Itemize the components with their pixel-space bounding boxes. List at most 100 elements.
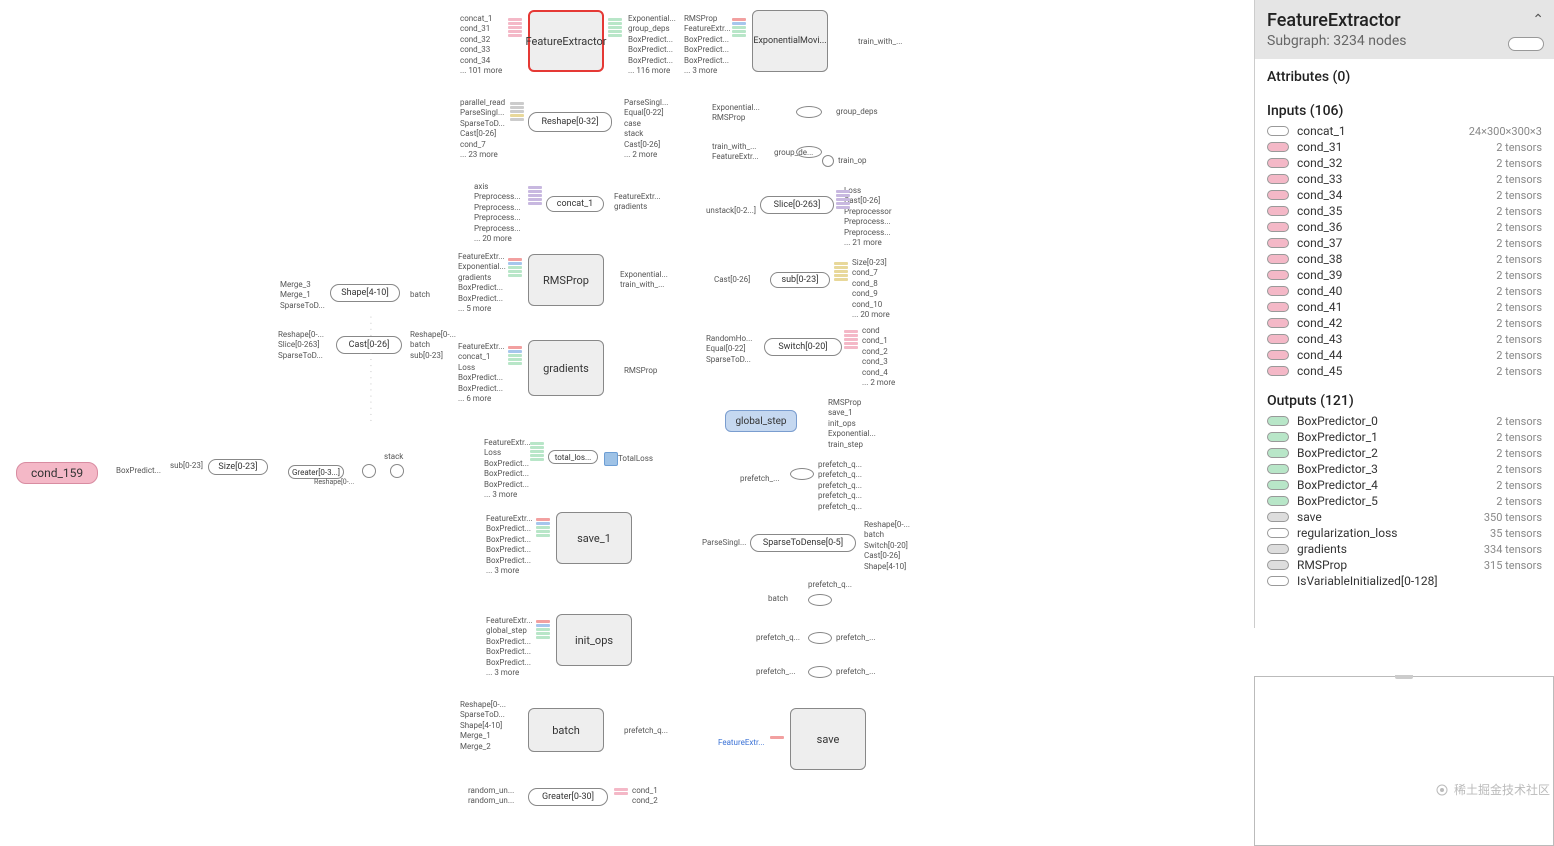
io-row[interactable]: gradients334 tensors <box>1267 541 1542 557</box>
label: prefetch_... <box>756 667 795 677</box>
node-sparse[interactable]: SparseToDense[0-5] <box>750 534 856 552</box>
io-value: 2 tensors <box>1496 431 1542 444</box>
io-name: cond_41 <box>1297 300 1496 314</box>
io-row[interactable]: cond_402 tensors <box>1267 283 1542 299</box>
type-swatch <box>1267 302 1289 312</box>
label-group: FeatureExtr...Exponential...gradientsBox… <box>458 252 506 314</box>
label: sub[0-23] <box>170 461 203 471</box>
node-concat1[interactable]: concat_1 <box>546 196 604 212</box>
label: group_deps <box>836 107 878 117</box>
io-value: 2 tensors <box>1496 415 1542 428</box>
io-row[interactable]: cond_422 tensors <box>1267 315 1542 331</box>
io-value: 2 tensors <box>1496 205 1542 218</box>
io-row[interactable]: cond_412 tensors <box>1267 299 1542 315</box>
node-feature-extractor[interactable]: FeatureExtractor <box>528 10 604 72</box>
label: group_de... <box>774 148 813 158</box>
io-value: 350 tensors <box>1484 511 1542 524</box>
node-sub[interactable]: sub[0-23] <box>770 272 830 288</box>
node-init-ops[interactable]: init_ops <box>556 614 632 666</box>
watermark: 稀土掘金技术社区 <box>1436 781 1550 798</box>
small-op[interactable] <box>796 106 822 118</box>
io-row[interactable]: cond_392 tensors <box>1267 267 1542 283</box>
ports <box>614 788 628 795</box>
type-swatch <box>1267 350 1289 360</box>
minimap-handle[interactable] <box>1395 675 1413 679</box>
node-gradients[interactable]: gradients <box>528 340 604 396</box>
io-row[interactable]: save350 tensors <box>1267 509 1542 525</box>
node-batch[interactable]: batch <box>528 708 604 752</box>
small-op[interactable] <box>808 632 832 644</box>
io-row[interactable]: concat_124×300×300×3 <box>1267 123 1542 139</box>
io-value: 2 tensors <box>1496 447 1542 460</box>
io-name: cond_35 <box>1297 204 1496 218</box>
io-row[interactable]: regularization_loss35 tensors <box>1267 525 1542 541</box>
node-slice[interactable]: Slice[0-263] <box>760 196 834 214</box>
type-swatch <box>1267 270 1289 280</box>
node-greater[interactable]: Greater[0-30] <box>528 788 608 806</box>
collapse-icon[interactable]: ⌃ <box>1532 12 1544 28</box>
node-total-los[interactable]: total_los... <box>548 450 598 464</box>
io-value: 24×300×300×3 <box>1469 125 1542 138</box>
io-row[interactable]: RMSProp315 tensors <box>1267 557 1542 573</box>
ports-left <box>732 18 746 37</box>
node-greater0[interactable]: Greater[0-3...] <box>288 465 344 479</box>
label-group: RMSPropsave_1init_opsExponential...train… <box>828 398 876 450</box>
io-value: 2 tensors <box>1496 365 1542 378</box>
io-name: cond_39 <box>1297 268 1496 282</box>
io-name: BoxPredictor_4 <box>1297 478 1496 492</box>
io-row[interactable]: BoxPredictor_42 tensors <box>1267 477 1542 493</box>
io-row[interactable]: BoxPredictor_32 tensors <box>1267 461 1542 477</box>
outputs-list[interactable]: BoxPredictor_02 tensorsBoxPredictor_12 t… <box>1267 413 1542 589</box>
inputs-list[interactable]: concat_124×300×300×3cond_312 tensorscond… <box>1267 123 1542 379</box>
io-row[interactable]: IsVariableInitialized[0-128] <box>1267 573 1542 589</box>
io-row[interactable]: cond_442 tensors <box>1267 347 1542 363</box>
io-value: 2 tensors <box>1496 495 1542 508</box>
ports <box>528 186 542 205</box>
small-op[interactable] <box>790 468 814 480</box>
io-row[interactable]: cond_452 tensors <box>1267 363 1542 379</box>
node-size[interactable]: Size[0-23] <box>208 459 268 475</box>
small-op[interactable] <box>808 666 832 678</box>
type-swatch <box>1267 416 1289 426</box>
ports-left <box>508 18 522 37</box>
io-name: cond_37 <box>1297 236 1496 250</box>
graph-canvas[interactable]: cond_159 BoxPredict... FeatureExtractor … <box>0 0 1254 846</box>
io-row[interactable]: BoxPredictor_22 tensors <box>1267 445 1542 461</box>
io-value: 2 tensors <box>1496 349 1542 362</box>
io-row[interactable]: cond_382 tensors <box>1267 251 1542 267</box>
small-op[interactable] <box>808 594 832 606</box>
ports <box>770 736 784 739</box>
type-swatch <box>1267 238 1289 248</box>
node-save[interactable]: save <box>790 708 866 770</box>
label: train_op <box>838 156 867 166</box>
node-rmsprop[interactable]: RMSProp <box>528 254 604 306</box>
io-row[interactable]: BoxPredictor_02 tensors <box>1267 413 1542 429</box>
label-group: axisPreprocess...Preprocess...Preprocess… <box>474 182 521 244</box>
minimap[interactable] <box>1254 676 1554 846</box>
node-global-step[interactable]: global_step <box>725 410 797 432</box>
node-exponential-moving[interactable]: ExponentialMovi... <box>752 10 828 72</box>
io-row[interactable]: BoxPredictor_52 tensors <box>1267 493 1542 509</box>
ports-right <box>608 18 622 37</box>
io-row[interactable]: BoxPredictor_12 tensors <box>1267 429 1542 445</box>
type-swatch <box>1267 158 1289 168</box>
node-shape[interactable]: Shape[4-10] <box>330 284 400 302</box>
type-swatch <box>1267 222 1289 232</box>
io-row[interactable]: cond_352 tensors <box>1267 203 1542 219</box>
node-cond-159[interactable]: cond_159 <box>16 462 98 484</box>
io-row[interactable]: cond_372 tensors <box>1267 235 1542 251</box>
label-group: Reshape[0-...SparseToD...Shape[4-10]Merg… <box>460 700 506 752</box>
total-loss-icon <box>604 452 618 466</box>
io-row[interactable]: cond_322 tensors <box>1267 155 1542 171</box>
label: stack <box>384 452 403 462</box>
io-row[interactable]: cond_362 tensors <box>1267 219 1542 235</box>
small-dot <box>362 464 376 478</box>
node-switch[interactable]: Switch[0-20] <box>764 338 842 356</box>
node-save1[interactable]: save_1 <box>556 512 632 564</box>
label: prefetch_q... <box>624 726 668 736</box>
io-row[interactable]: cond_312 tensors <box>1267 139 1542 155</box>
io-row[interactable]: cond_432 tensors <box>1267 331 1542 347</box>
io-row[interactable]: cond_332 tensors <box>1267 171 1542 187</box>
node-reshape[interactable]: Reshape[0-32] <box>528 112 612 132</box>
io-row[interactable]: cond_342 tensors <box>1267 187 1542 203</box>
